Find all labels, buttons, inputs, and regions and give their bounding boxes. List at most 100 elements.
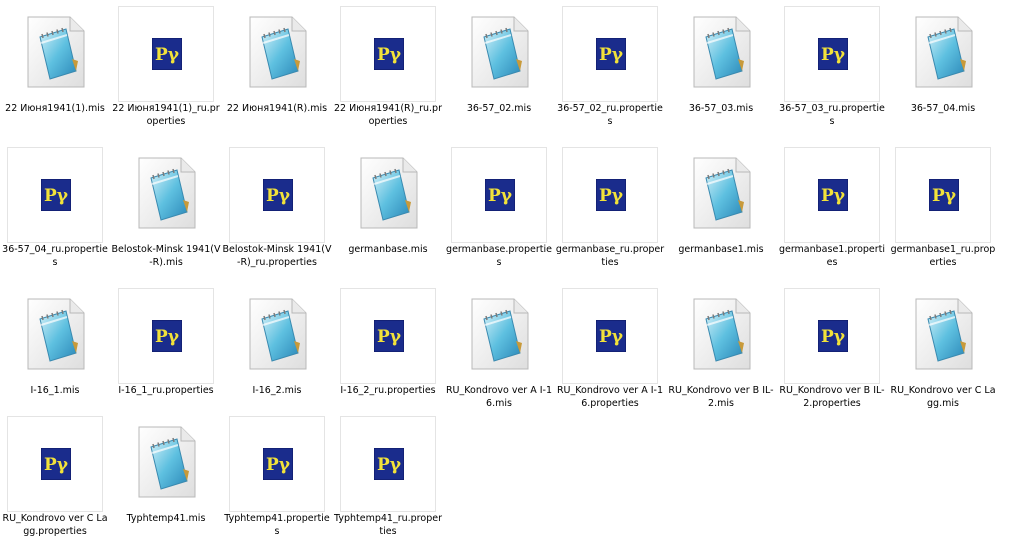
file-thumbnail[interactable] — [895, 6, 991, 102]
file-item[interactable]: 22 Июня1941(1).mis — [0, 6, 110, 136]
file-item[interactable]: RU_Kondrovo ver A I-16.mis — [444, 288, 554, 418]
file-item[interactable]: Pγ germanbase.properties — [444, 147, 554, 277]
file-name-label[interactable]: 36-57_03_ru.properties — [777, 103, 887, 128]
file-name-label[interactable]: 22 Июня1941(1)_ru.properties — [111, 103, 221, 128]
file-item[interactable]: I-16_2.mis — [222, 288, 332, 418]
file-item[interactable]: 36-57_03.mis — [666, 6, 776, 136]
file-thumbnail[interactable] — [673, 288, 769, 384]
file-name-label[interactable]: I-16_2_ru.properties — [333, 385, 443, 398]
file-item[interactable]: RU_Kondrovo ver C Lagg.mis — [888, 288, 998, 418]
file-name-label[interactable]: Typhtemp41.mis — [111, 513, 221, 526]
file-thumbnail[interactable]: Pγ — [451, 147, 547, 243]
file-item[interactable]: RU_Kondrovo ver B IL-2.mis — [666, 288, 776, 418]
file-name-label[interactable]: RU_Kondrovo ver C Lagg.mis — [888, 385, 998, 410]
file-name-label[interactable]: Belostok-Minsk 1941(V-R).mis — [111, 244, 221, 269]
file-name-label[interactable]: 36-57_02_ru.properties — [555, 103, 665, 128]
file-item[interactable]: Pγ RU_Kondrovo ver A I-16.properties — [555, 288, 665, 418]
svg-text:Pγ: Pγ — [932, 186, 957, 206]
file-name-label[interactable]: RU_Kondrovo ver A I-16.properties — [555, 385, 665, 410]
file-item[interactable]: Pγ 36-57_02_ru.properties — [555, 6, 665, 136]
file-thumbnail[interactable] — [451, 288, 547, 384]
file-name-label[interactable]: 22 Июня1941(R).mis — [222, 103, 332, 116]
file-name-label[interactable]: 36-57_02.mis — [444, 103, 554, 116]
file-item[interactable]: I-16_1.mis — [0, 288, 110, 418]
file-name-label[interactable]: 22 Июня1941(1).mis — [0, 103, 110, 116]
file-thumbnail[interactable] — [340, 147, 436, 243]
file-item[interactable]: Pγ I-16_1_ru.properties — [111, 288, 221, 418]
file-name-label[interactable]: 36-57_03.mis — [666, 103, 776, 116]
file-thumbnail[interactable] — [118, 416, 214, 512]
file-thumbnail[interactable] — [7, 288, 103, 384]
file-thumbnail[interactable]: Pγ — [784, 147, 880, 243]
file-thumbnail[interactable] — [229, 6, 325, 102]
file-item[interactable]: germanbase1.mis — [666, 147, 776, 277]
file-item[interactable]: Pγ germanbase1.properties — [777, 147, 887, 277]
file-name-label[interactable]: germanbase_ru.properties — [555, 244, 665, 269]
file-thumbnail[interactable]: Pγ — [562, 288, 658, 384]
file-name-label[interactable]: RU_Kondrovo ver C Lagg.properties — [0, 513, 110, 538]
file-thumbnail[interactable]: Pγ — [562, 6, 658, 102]
file-name-label[interactable]: germanbase1_ru.properties — [888, 244, 998, 269]
file-item[interactable]: Pγ germanbase1_ru.properties — [888, 147, 998, 277]
file-thumbnail[interactable]: Pγ — [562, 147, 658, 243]
file-name-label[interactable]: Typhtemp41.properties — [222, 513, 332, 538]
file-name-label[interactable]: Typhtemp41_ru.properties — [333, 513, 443, 538]
file-item[interactable]: Pγ Typhtemp41_ru.properties — [333, 416, 443, 546]
file-item[interactable]: 36-57_02.mis — [444, 6, 554, 136]
file-item[interactable]: Pγ RU_Kondrovo ver B IL-2.properties — [777, 288, 887, 418]
file-thumbnail[interactable]: Pγ — [340, 6, 436, 102]
file-thumbnail[interactable]: Pγ — [7, 416, 103, 512]
file-item[interactable]: Pγ 36-57_04_ru.properties — [0, 147, 110, 277]
file-thumbnail[interactable]: Pγ — [7, 147, 103, 243]
file-thumbnail[interactable]: Pγ — [895, 147, 991, 243]
file-thumbnail[interactable]: Pγ — [340, 416, 436, 512]
file-item[interactable]: Pγ 22 Июня1941(R)_ru.properties — [333, 6, 443, 136]
file-name-label[interactable]: germanbase1.mis — [666, 244, 776, 257]
file-item[interactable]: Belostok-Minsk 1941(V-R).mis — [111, 147, 221, 277]
svg-text:Pγ: Pγ — [488, 186, 513, 206]
file-name-label[interactable]: germanbase.properties — [444, 244, 554, 269]
file-thumbnail[interactable] — [7, 6, 103, 102]
py-file-icon: Pγ — [263, 448, 293, 480]
file-thumbnail[interactable]: Pγ — [784, 6, 880, 102]
file-name-label[interactable]: 36-57_04_ru.properties — [0, 244, 110, 269]
file-name-label[interactable]: Belostok-Minsk 1941(V-R)_ru.properties — [222, 244, 332, 269]
file-thumbnail[interactable]: Pγ — [118, 6, 214, 102]
file-item[interactable]: Pγ Belostok-Minsk 1941(V-R)_ru.propertie… — [222, 147, 332, 277]
file-name-label[interactable]: I-16_1.mis — [0, 385, 110, 398]
file-item[interactable]: Pγ RU_Kondrovo ver C Lagg.properties — [0, 416, 110, 546]
file-item[interactable]: Pγ 36-57_03_ru.properties — [777, 6, 887, 136]
py-file-icon: Pγ — [374, 38, 404, 70]
file-thumbnail[interactable] — [229, 288, 325, 384]
file-name-label[interactable]: I-16_1_ru.properties — [111, 385, 221, 398]
file-thumbnail[interactable]: Pγ — [340, 288, 436, 384]
file-name-label[interactable]: RU_Kondrovo ver B IL-2.mis — [666, 385, 776, 410]
file-name-label[interactable]: 36-57_04.mis — [888, 103, 998, 116]
file-name-label[interactable]: I-16_2.mis — [222, 385, 332, 398]
file-item[interactable]: 22 Июня1941(R).mis — [222, 6, 332, 136]
file-item[interactable]: germanbase.mis — [333, 147, 443, 277]
file-name-label[interactable]: germanbase1.properties — [777, 244, 887, 269]
file-name-label[interactable]: RU_Kondrovo ver A I-16.mis — [444, 385, 554, 410]
file-name-label[interactable]: 22 Июня1941(R)_ru.properties — [333, 103, 443, 128]
file-name-label[interactable]: germanbase.mis — [333, 244, 443, 257]
file-thumbnail[interactable] — [673, 147, 769, 243]
file-item[interactable]: Pγ germanbase_ru.properties — [555, 147, 665, 277]
file-item[interactable]: Pγ Typhtemp41.properties — [222, 416, 332, 546]
file-item[interactable]: 36-57_04.mis — [888, 6, 998, 136]
file-thumbnail[interactable] — [118, 147, 214, 243]
file-thumbnail[interactable]: Pγ — [229, 416, 325, 512]
file-thumbnail[interactable]: Pγ — [229, 147, 325, 243]
file-thumbnail[interactable] — [451, 6, 547, 102]
file-name-label[interactable]: RU_Kondrovo ver B IL-2.properties — [777, 385, 887, 410]
file-item[interactable]: Typhtemp41.mis — [111, 416, 221, 546]
svg-text:Pγ: Pγ — [821, 327, 846, 347]
notepad-document-icon — [138, 426, 196, 498]
file-thumbnail[interactable] — [673, 6, 769, 102]
file-thumbnail[interactable]: Pγ — [784, 288, 880, 384]
file-thumbnail[interactable] — [895, 288, 991, 384]
file-item[interactable]: Pγ I-16_2_ru.properties — [333, 288, 443, 418]
py-file-icon: Pγ — [818, 38, 848, 70]
file-item[interactable]: Pγ 22 Июня1941(1)_ru.properties — [111, 6, 221, 136]
file-thumbnail[interactable]: Pγ — [118, 288, 214, 384]
